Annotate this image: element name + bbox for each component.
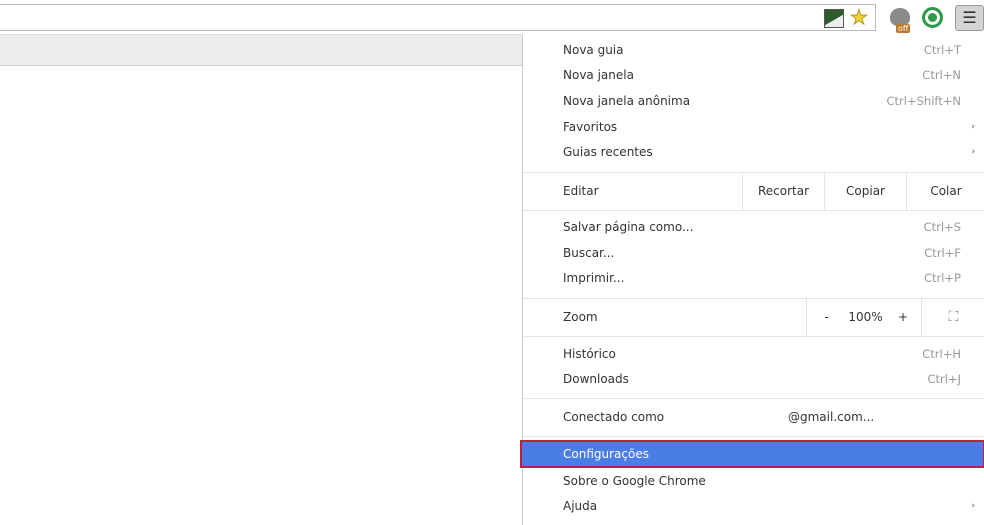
shortcut: Ctrl+S: [923, 220, 961, 234]
chevron-right-icon: ›: [971, 501, 975, 511]
shortcut: Ctrl+J: [927, 372, 962, 386]
owl-badge: off: [896, 24, 911, 33]
extension-green-icon[interactable]: [922, 7, 943, 28]
shortcut: Ctrl+T: [923, 43, 961, 57]
zoom-out-button[interactable]: -: [806, 298, 846, 336]
menu-item-settings[interactable]: Configurações: [520, 440, 984, 468]
copy-button[interactable]: Copiar: [824, 172, 906, 210]
label: Histórico: [563, 347, 616, 361]
shortcut: Ctrl+H: [922, 347, 961, 361]
label: Buscar...: [563, 246, 615, 260]
label: Ajuda: [563, 499, 598, 513]
menu-item-help[interactable]: Ajuda ›: [523, 494, 984, 519]
menu-item-incognito[interactable]: Nova janela anônima Ctrl+Shift+N: [523, 89, 984, 114]
fullscreen-icon[interactable]: ⛶: [921, 298, 984, 336]
edit-row: Editar Recortar Copiar Colar: [523, 172, 984, 210]
divider: [523, 436, 984, 437]
label: Nova janela: [563, 68, 634, 82]
label: Sobre o Google Chrome: [563, 474, 706, 488]
menu-item-save-page[interactable]: Salvar página como... Ctrl+S: [523, 215, 984, 240]
account-email: @gmail.com...: [788, 410, 875, 424]
edit-label: Editar: [563, 184, 599, 198]
menu-item-find[interactable]: Buscar... Ctrl+F: [523, 241, 984, 266]
label: Guias recentes: [563, 145, 653, 159]
menu-item-recent-tabs[interactable]: Guias recentes ›: [523, 140, 984, 165]
chevron-right-icon: ›: [971, 147, 975, 157]
label: Configurações: [563, 447, 649, 461]
zoom-label: Zoom: [563, 310, 598, 324]
shortcut: Ctrl+N: [922, 68, 961, 82]
menu-icon[interactable]: ☰: [955, 5, 984, 31]
menu-item-bookmarks[interactable]: Favoritos ›: [523, 115, 984, 140]
menu-item-signed-in[interactable]: Conectado como @gmail.com...: [523, 405, 984, 430]
star-icon[interactable]: ★: [850, 5, 869, 30]
zoom-row: Zoom - 100% + ⛶: [523, 298, 984, 336]
paste-button[interactable]: Colar: [906, 172, 984, 210]
label: Salvar página como...: [563, 220, 694, 234]
menu-item-downloads[interactable]: Downloads Ctrl+J: [523, 367, 984, 392]
menu-item-print[interactable]: Imprimir... Ctrl+P: [523, 266, 984, 291]
divider: [523, 210, 984, 211]
label: Downloads: [563, 372, 629, 386]
label: Favoritos: [563, 120, 618, 134]
label: Nova guia: [563, 43, 624, 57]
shortcut: Ctrl+Shift+N: [886, 94, 961, 108]
menu-item-history[interactable]: Histórico Ctrl+H: [523, 342, 984, 367]
label: Conectado como: [563, 410, 665, 424]
image-icon[interactable]: [824, 9, 844, 28]
menu-item-new-tab[interactable]: Nova guia Ctrl+T: [523, 38, 984, 63]
divider: [523, 398, 984, 399]
address-bar[interactable]: [0, 4, 876, 31]
browser-toolbar: ★ off ☰: [0, 0, 984, 34]
menu-item-new-window[interactable]: Nova janela Ctrl+N: [523, 63, 984, 88]
zoom-value: 100%: [848, 310, 883, 324]
bookmarks-bar: [0, 34, 522, 66]
divider: [523, 336, 984, 337]
chrome-menu: Nova guia Ctrl+T Nova janela Ctrl+N Nova j…: [520, 34, 984, 525]
zoom-in-button[interactable]: +: [888, 298, 918, 336]
shortcut: Ctrl+F: [924, 246, 961, 260]
chevron-right-icon: ›: [971, 122, 975, 132]
label: Imprimir...: [563, 271, 625, 285]
shortcut: Ctrl+P: [923, 271, 961, 285]
label: Nova janela anônima: [563, 94, 691, 108]
menu-item-about[interactable]: Sobre o Google Chrome: [523, 469, 984, 494]
cut-button[interactable]: Recortar: [742, 172, 824, 210]
